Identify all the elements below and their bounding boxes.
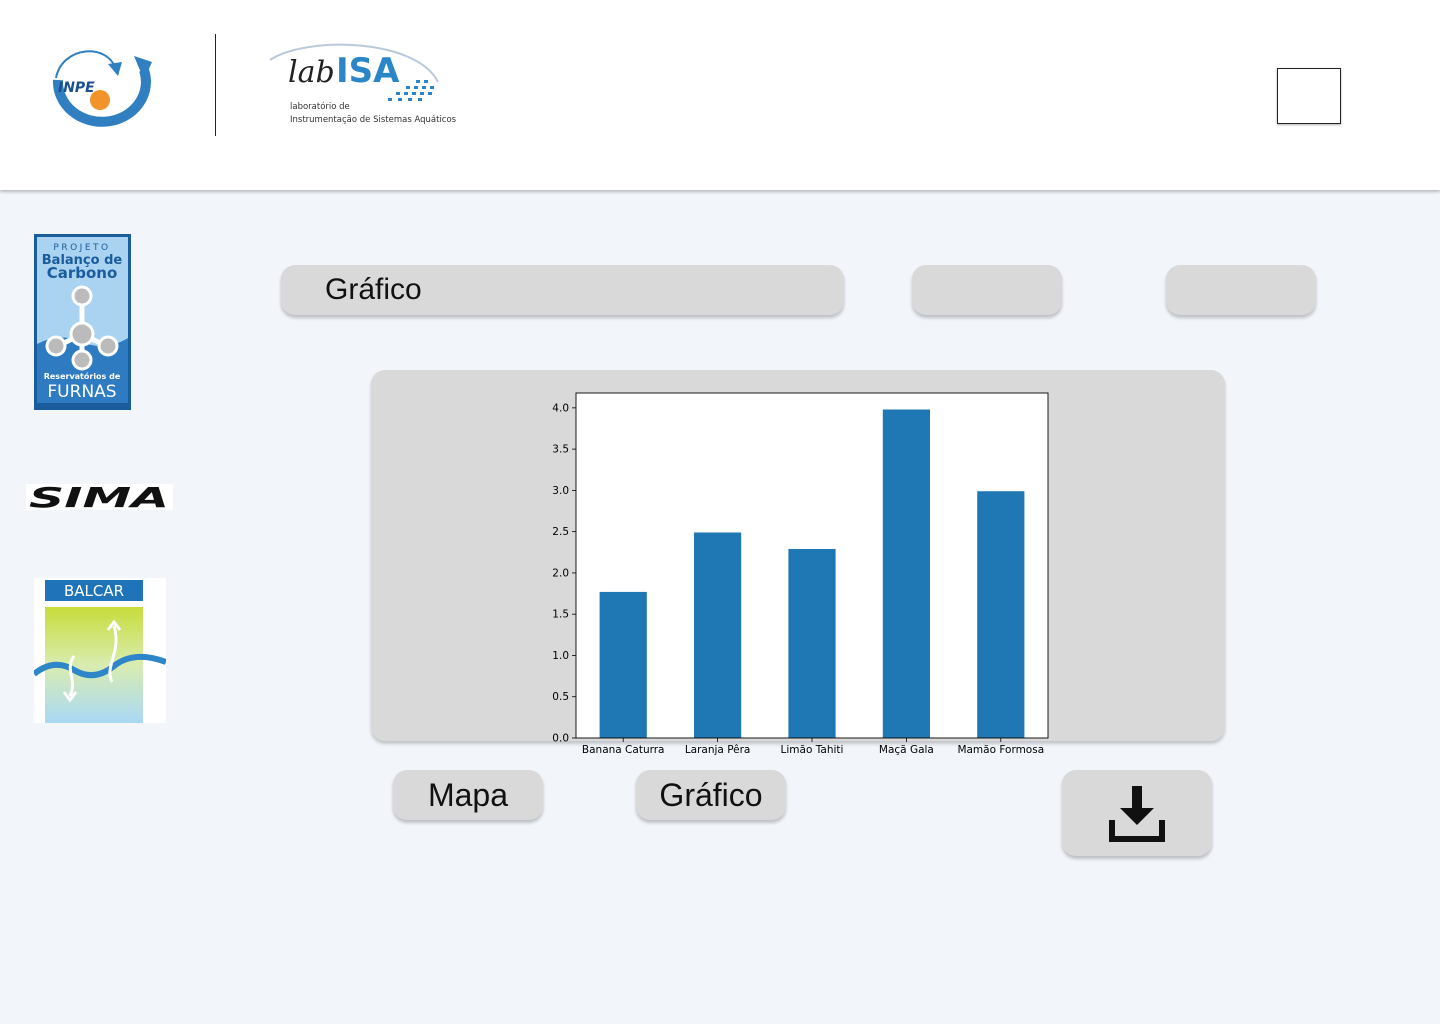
download-button[interactable] [1062, 770, 1212, 856]
bar [788, 548, 836, 738]
chart-view-button[interactable]: Gráfico [636, 770, 786, 820]
svg-text:ISA: ISA [336, 51, 400, 91]
x-tick-label: Mamão Formosa [957, 744, 1044, 756]
header-bar: INPE lab ISA laboratório de Instrumentaç… [0, 0, 1440, 190]
svg-text:Carbono: Carbono [47, 264, 118, 282]
svg-text:INPE: INPE [58, 80, 95, 96]
bar [599, 591, 647, 738]
map-view-button-label: Mapa [427, 776, 509, 813]
x-tick-label: Laranja Pêra [685, 744, 751, 756]
y-tick-label: 2.5 [552, 526, 569, 538]
labisa-subtitle: laboratório de Instrumentação de Sistema… [290, 101, 456, 127]
y-tick-label: 0.5 [552, 691, 569, 703]
y-tick-label: 2.0 [552, 567, 569, 579]
x-tick-label: Limão Tahiti [781, 744, 844, 756]
chart-type-select[interactable]: Gráfico [281, 265, 844, 315]
svg-text:Reservatórios de: Reservatórios de [44, 371, 121, 381]
filter-button-a[interactable] [912, 265, 1062, 315]
chart-type-select-label: Gráfico [325, 273, 422, 306]
y-tick-label: 1.0 [552, 650, 569, 662]
y-tick-label: 3.0 [552, 485, 569, 497]
inpe-logo: INPE [52, 50, 152, 127]
y-tick-label: 4.0 [552, 402, 569, 414]
header-menu-box[interactable] [1277, 68, 1341, 124]
bar [694, 532, 742, 738]
bar [977, 491, 1025, 738]
bar-chart: Banana Caturra Laranja Pêra Limão Tahiti Ma… [552, 392, 1049, 756]
download-icon [1109, 786, 1165, 842]
y-tick-label: 0.0 [552, 733, 569, 745]
svg-text:BALCAR: BALCAR [64, 582, 124, 600]
svg-text:PROJETO: PROJETO [53, 243, 110, 253]
furnas-project-logo: PROJETO Balanço de Carbono Reservatórios… [34, 234, 131, 410]
balcar-logo: BALCAR [34, 578, 166, 723]
bar [882, 409, 930, 738]
y-tick-label: 3.5 [552, 444, 569, 456]
svg-text:FURNAS: FURNAS [47, 382, 116, 402]
filter-button-b[interactable] [1166, 265, 1316, 315]
chart-view-button-label: Gráfico [659, 776, 763, 813]
header-divider [215, 34, 216, 136]
map-view-button[interactable]: Mapa [393, 770, 543, 820]
svg-text:lab: lab [288, 55, 335, 90]
y-tick-label: 1.5 [552, 609, 569, 621]
svg-text:SIMA: SIMA [29, 484, 169, 510]
labisa-subtitle-line1: laboratório de [290, 102, 350, 112]
x-tick-label: Maçã Gala [879, 744, 934, 756]
sima-logo: SIMA [26, 484, 173, 510]
labisa-subtitle-line2: Instrumentação de Sistemas Aquáticos [290, 115, 457, 125]
x-tick-label: Banana Caturra [582, 744, 665, 756]
